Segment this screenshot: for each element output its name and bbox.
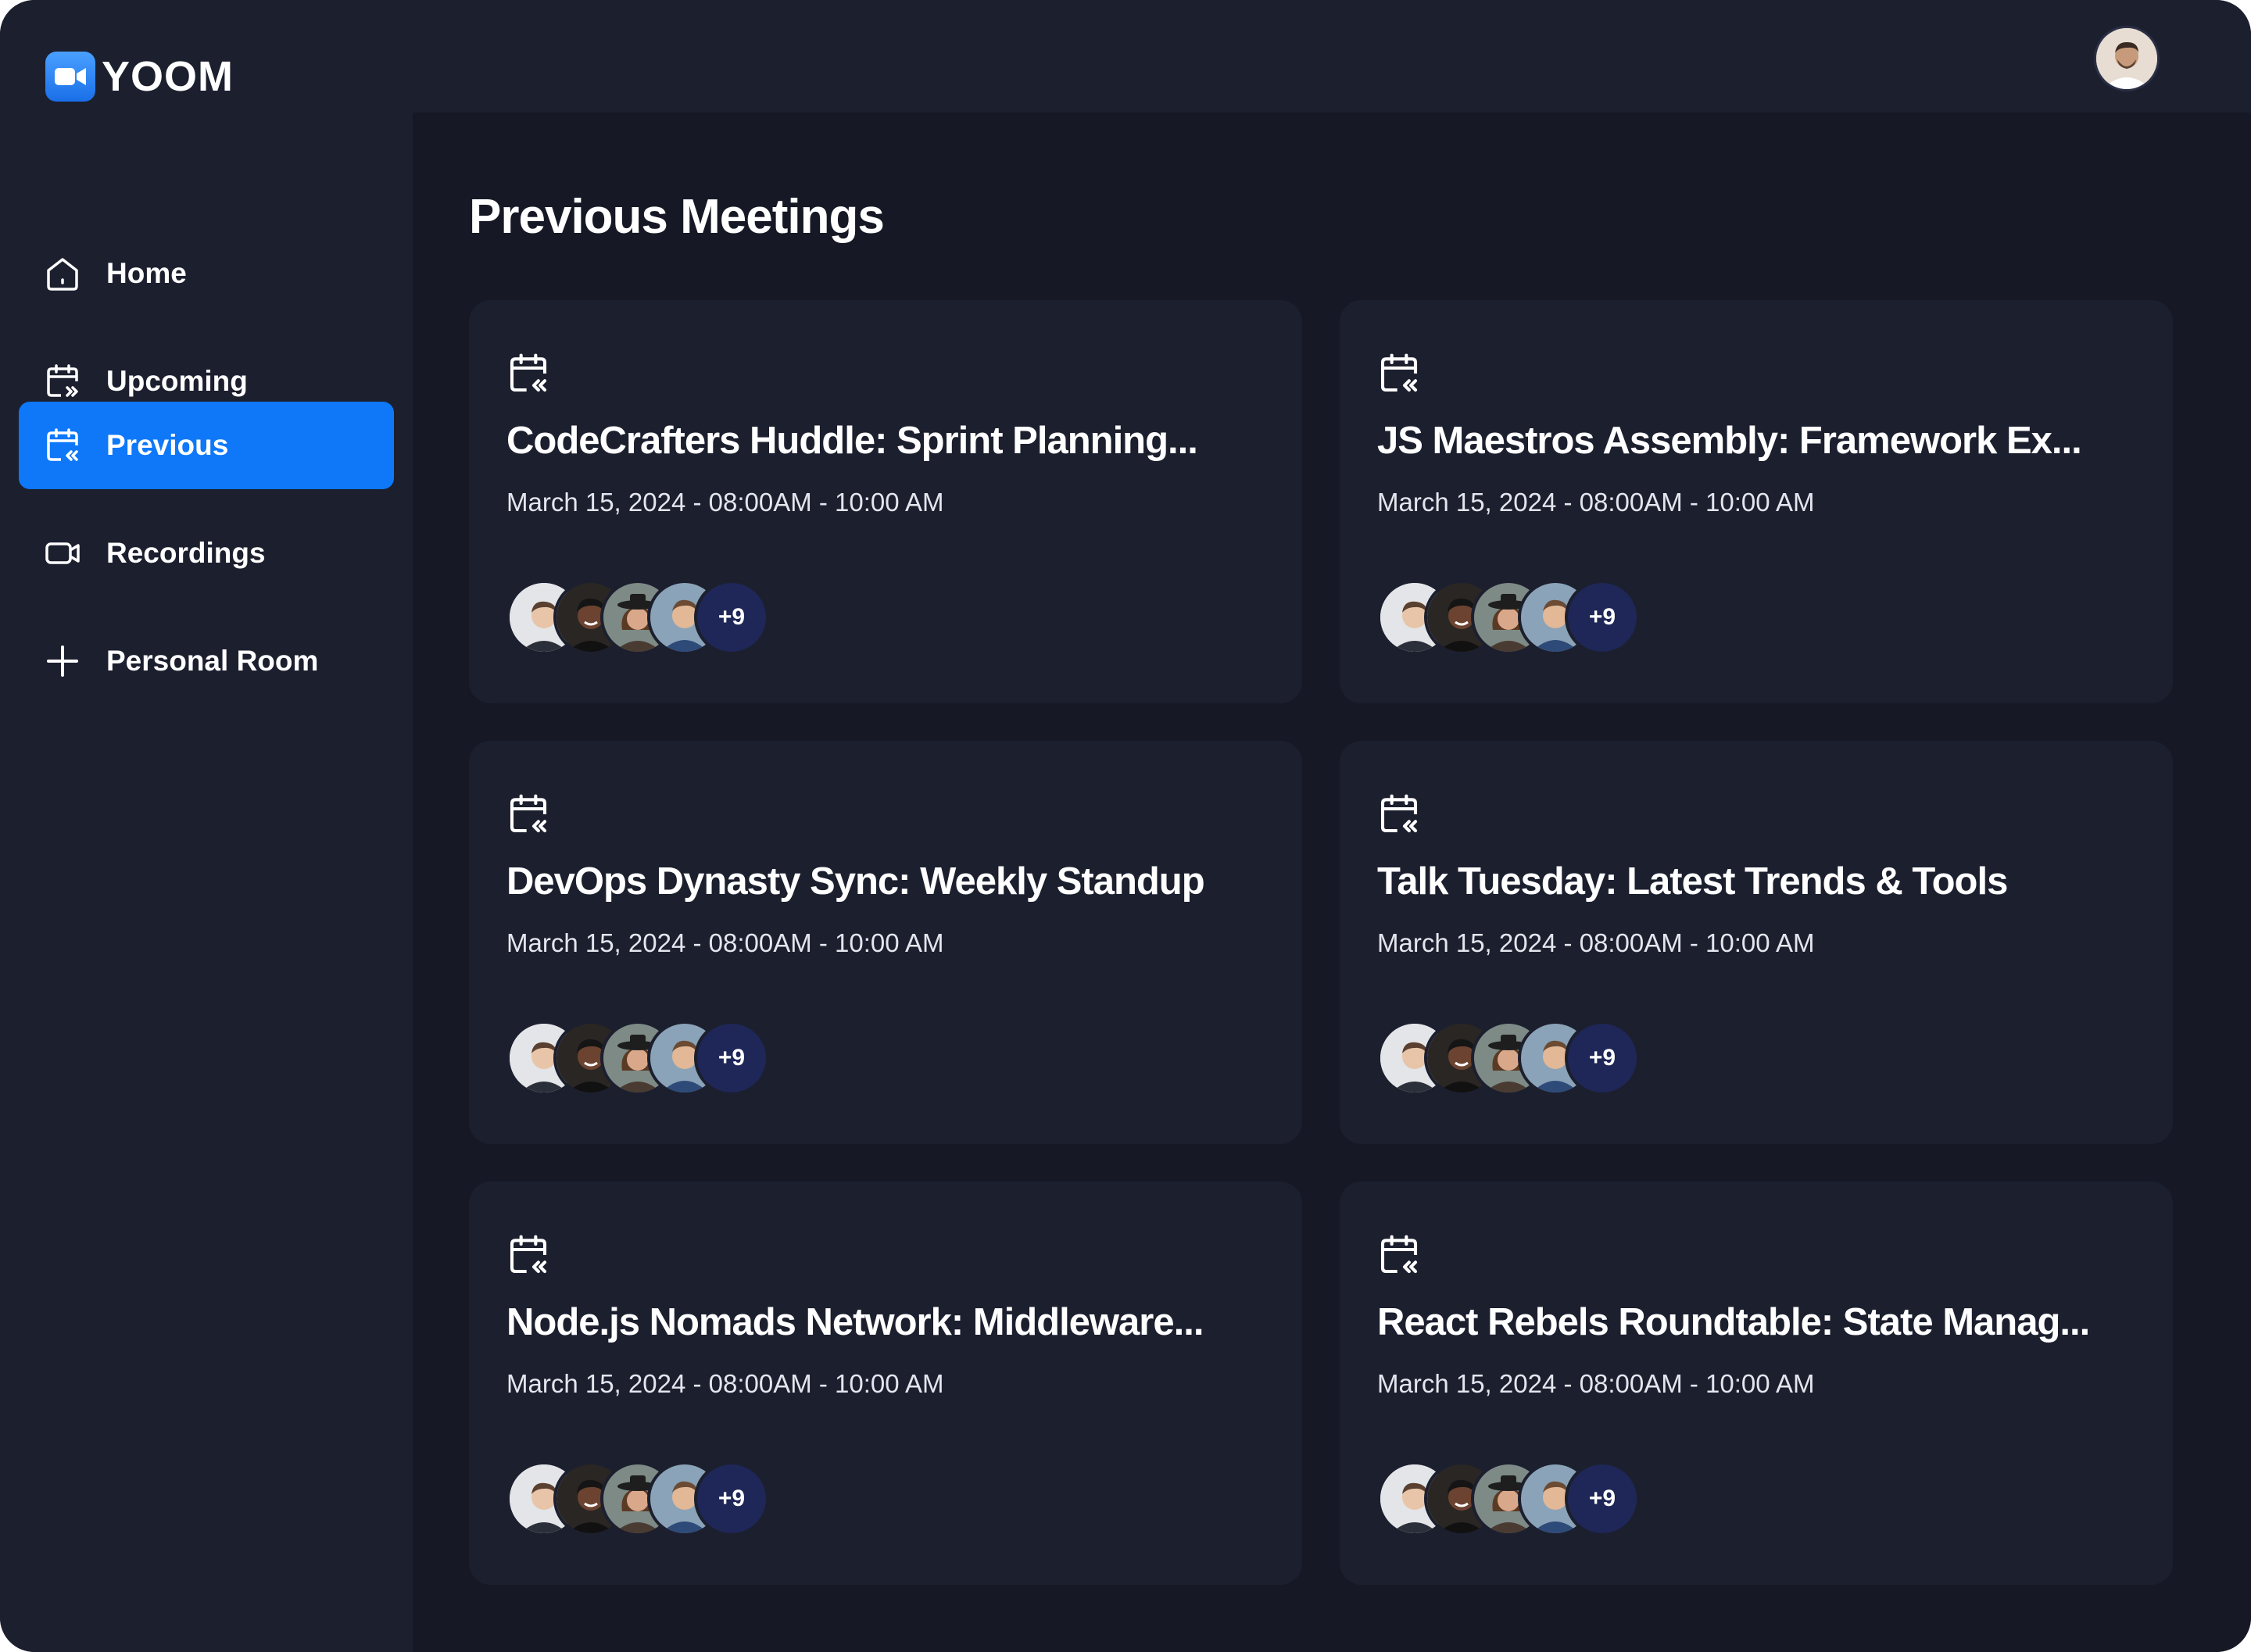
meeting-card[interactable]: React Rebels Roundtable: State Manag... …	[1340, 1182, 2173, 1585]
meeting-card[interactable]: Node.js Nomads Network: Middleware... Ma…	[469, 1182, 1302, 1585]
meeting-date: March 15, 2024 - 08:00AM - 10:00 AM	[506, 1369, 944, 1398]
calendar-back-icon	[510, 1235, 547, 1274]
more-attendees-badge[interactable]: +9	[1565, 1021, 1640, 1096]
sidebar-item-home[interactable]: Home	[19, 230, 394, 317]
plus-icon	[47, 645, 78, 677]
calendar-back-icon	[1380, 353, 1418, 392]
meeting-title: CodeCrafters Huddle: Sprint Planning...	[506, 420, 1198, 462]
main-content: Previous Meetings CodeCrafters Huddle: S…	[413, 113, 2251, 1652]
meeting-card[interactable]: CodeCrafters Huddle: Sprint Planning... …	[469, 300, 1302, 703]
more-attendees-badge[interactable]: +9	[1565, 1461, 1640, 1536]
sidebar-item-recordings[interactable]: Recordings	[19, 510, 394, 597]
app-name: YOOM	[102, 53, 234, 100]
meeting-date: March 15, 2024 - 08:00AM - 10:00 AM	[506, 488, 944, 517]
meeting-card[interactable]: DevOps Dynasty Sync: Weekly Standup Marc…	[469, 741, 1302, 1144]
meeting-card[interactable]: JS Maestros Assembly: Framework Ex... Ma…	[1340, 300, 2173, 703]
meeting-title: DevOps Dynasty Sync: Weekly Standup	[506, 860, 1205, 903]
top-navbar: YOOM	[0, 0, 2251, 113]
meeting-title: JS Maestros Assembly: Framework Ex...	[1377, 420, 2082, 462]
meeting-date: March 15, 2024 - 08:00AM - 10:00 AM	[506, 928, 944, 957]
video-icon	[45, 542, 80, 564]
calendar-back-icon	[47, 428, 78, 461]
sidebar-item-personal-room[interactable]: Personal Room	[19, 617, 394, 705]
page-title: Previous Meetings	[469, 190, 885, 244]
meeting-title: Talk Tuesday: Latest Trends & Tools	[1377, 860, 2008, 903]
meeting-date: March 15, 2024 - 08:00AM - 10:00 AM	[1377, 928, 1815, 957]
more-attendees-badge[interactable]: +9	[694, 1461, 769, 1536]
meeting-card[interactable]: Talk Tuesday: Latest Trends & Tools Marc…	[1340, 741, 2173, 1144]
user-avatar[interactable]	[2096, 28, 2157, 89]
meeting-date: March 15, 2024 - 08:00AM - 10:00 AM	[1377, 1369, 1815, 1398]
calendar-back-icon	[1380, 794, 1418, 833]
calendar-back-icon	[1380, 1235, 1418, 1274]
meeting-title: Node.js Nomads Network: Middleware...	[506, 1301, 1204, 1343]
sidebar: Home Upcoming Previous Recordings Person…	[0, 113, 413, 1652]
sidebar-item-previous[interactable]: Previous	[19, 402, 394, 489]
home-icon	[47, 258, 78, 291]
meeting-title: React Rebels Roundtable: State Manag...	[1377, 1301, 2090, 1343]
app-window: YOOM Home Upcoming Previous Recordings P…	[0, 0, 2251, 1652]
meeting-date: March 15, 2024 - 08:00AM - 10:00 AM	[1377, 488, 1815, 517]
sidebar-item-label: Recordings	[106, 537, 266, 569]
sidebar-item-label: Home	[106, 257, 187, 289]
more-attendees-badge[interactable]: +9	[694, 580, 769, 655]
more-attendees-badge[interactable]: +9	[694, 1021, 769, 1096]
calendar-back-icon	[510, 353, 547, 392]
logo[interactable]: YOOM	[45, 52, 234, 102]
sidebar-item-label: Previous	[106, 429, 229, 461]
sidebar-item-label: Personal Room	[106, 645, 319, 677]
more-attendees-badge[interactable]: +9	[1565, 580, 1640, 655]
calendar-forward-icon	[47, 364, 78, 397]
calendar-back-icon	[510, 794, 547, 833]
video-camera-logo-icon	[45, 52, 95, 102]
